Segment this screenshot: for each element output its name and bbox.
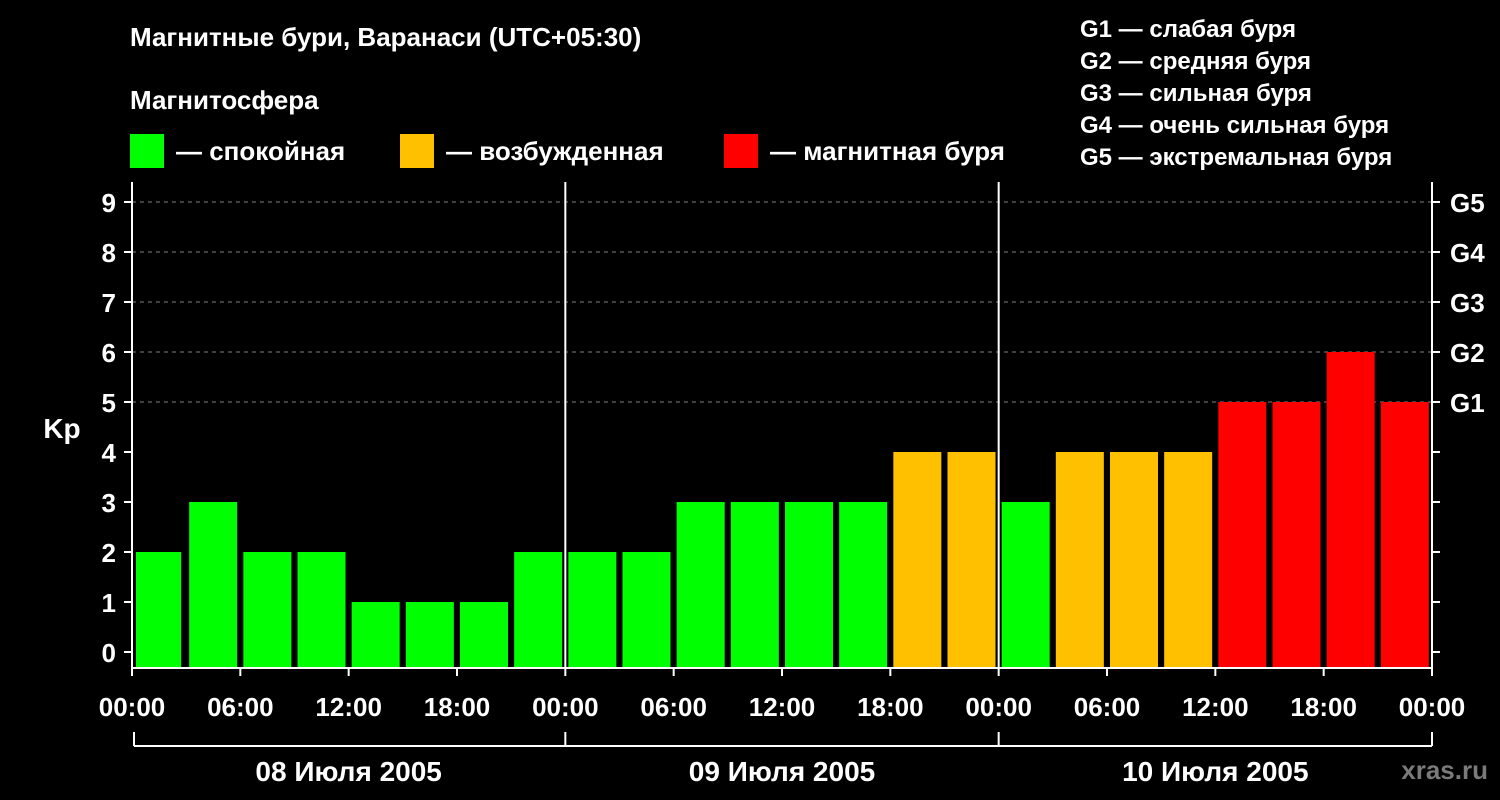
day-label: 10 Июля 2005	[1122, 756, 1308, 787]
kp-bar	[730, 502, 779, 668]
kp-bar	[460, 602, 508, 668]
g-level-label: G1	[1450, 388, 1485, 418]
kp-bar	[947, 452, 996, 668]
kp-bar	[405, 602, 454, 668]
x-tick-label: 12:00	[1182, 692, 1249, 722]
y-tick-label: 5	[102, 388, 116, 418]
x-tick-label: 18:00	[424, 692, 491, 722]
kp-bar	[893, 452, 942, 668]
x-tick-label: 06:00	[207, 692, 274, 722]
kp-bar	[243, 552, 292, 668]
x-tick-label: 00:00	[965, 692, 1032, 722]
g-level-label: G4	[1450, 238, 1485, 268]
kp-bar	[1055, 452, 1104, 668]
g-level-label: G5	[1450, 188, 1485, 218]
kp-bar	[676, 502, 725, 668]
x-tick-label: 06:00	[640, 692, 707, 722]
kp-bar	[514, 552, 563, 668]
y-tick-label: 6	[102, 338, 116, 368]
kp-bar	[136, 552, 182, 668]
kp-bar	[189, 502, 238, 668]
day-label: 08 Июля 2005	[255, 756, 441, 787]
x-tick-label: 06:00	[1074, 692, 1141, 722]
x-tick-label: 12:00	[315, 692, 382, 722]
y-tick-label: 9	[102, 188, 116, 218]
day-label: 09 Июля 2005	[689, 756, 875, 787]
kp-bar	[622, 552, 671, 668]
kp-bar	[1326, 352, 1375, 668]
y-tick-label: 0	[102, 638, 116, 668]
x-tick-label: 00:00	[532, 692, 599, 722]
y-tick-label: 1	[102, 588, 116, 618]
x-tick-label: 00:00	[99, 692, 166, 722]
kp-bar	[785, 502, 833, 668]
g-level-label: G3	[1450, 288, 1485, 318]
x-tick-label: 18:00	[1290, 692, 1357, 722]
kp-bar	[839, 502, 888, 668]
x-tick-label: 18:00	[857, 692, 924, 722]
y-tick-label: 3	[102, 488, 116, 518]
kp-bar	[297, 552, 346, 668]
x-tick-label: 12:00	[749, 692, 816, 722]
y-tick-label: 2	[102, 538, 116, 568]
site-watermark: xras.ru	[1401, 755, 1488, 785]
y-axis-title: Kp	[43, 413, 80, 444]
x-tick-label: 00:00	[1399, 692, 1466, 722]
y-tick-label: 7	[102, 288, 116, 318]
kp-bar	[351, 602, 400, 668]
y-tick-label: 8	[102, 238, 116, 268]
kp-bar	[568, 552, 617, 668]
kp-bar	[1380, 402, 1429, 668]
kp-bar	[1164, 452, 1213, 668]
y-tick-label: 4	[102, 438, 117, 468]
kp-bar-chart: 0 1 2 3 4 5 6 7 8 9 G1 G2 G3 G4 G5 Kp 00:00 06:00 12:00 18:…	[43, 182, 1485, 787]
kp-bar	[1218, 402, 1267, 668]
kp-bar	[1001, 502, 1050, 668]
kp-bar	[1110, 452, 1158, 668]
g-level-label: G2	[1450, 338, 1485, 368]
kp-bar	[1272, 402, 1321, 668]
